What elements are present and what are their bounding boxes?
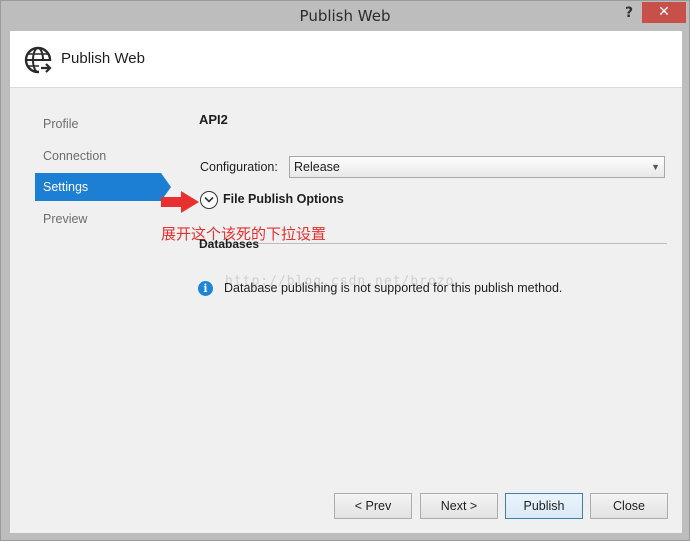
globe-publish-icon	[24, 46, 52, 74]
help-button[interactable]: ?	[619, 4, 639, 22]
database-info-message: Database publishing is not supported for…	[224, 281, 563, 295]
databases-divider	[199, 243, 667, 244]
databases-heading: Databases	[199, 237, 260, 251]
publish-web-dialog: Publish Web ? ✕ Publish Web Profile Conn…	[0, 0, 690, 541]
nav-item-settings[interactable]: Settings	[35, 173, 161, 201]
file-publish-options-label[interactable]: File Publish Options	[223, 192, 344, 206]
close-button[interactable]: Close	[590, 493, 668, 519]
configuration-select[interactable]: Release ▼	[289, 156, 665, 178]
header-title: Publish Web	[61, 50, 145, 67]
nav-item-profile[interactable]: Profile	[35, 110, 161, 138]
configuration-value: Release	[294, 160, 340, 174]
publish-button[interactable]: Publish	[505, 493, 583, 519]
dialog-client-area: Publish Web Profile Connection Settings …	[10, 31, 682, 533]
dialog-header: Publish Web	[10, 31, 682, 88]
chevron-down-icon	[204, 196, 214, 203]
window-title: Publish Web	[299, 7, 391, 25]
profile-name: API2	[199, 112, 228, 127]
nav-item-connection[interactable]: Connection	[35, 142, 161, 170]
prev-button[interactable]: < Prev	[334, 493, 412, 519]
nav-item-preview[interactable]: Preview	[35, 205, 161, 233]
info-icon: i	[198, 281, 213, 296]
title-bar[interactable]: Publish Web ? ✕	[1, 1, 689, 31]
next-button[interactable]: Next >	[420, 493, 498, 519]
chevron-down-icon: ▼	[651, 162, 660, 172]
window-close-button[interactable]: ✕	[642, 2, 686, 23]
red-arrow-annotation-icon	[161, 191, 199, 213]
configuration-label: Configuration:	[200, 160, 278, 174]
file-publish-options-expander[interactable]	[200, 191, 218, 209]
